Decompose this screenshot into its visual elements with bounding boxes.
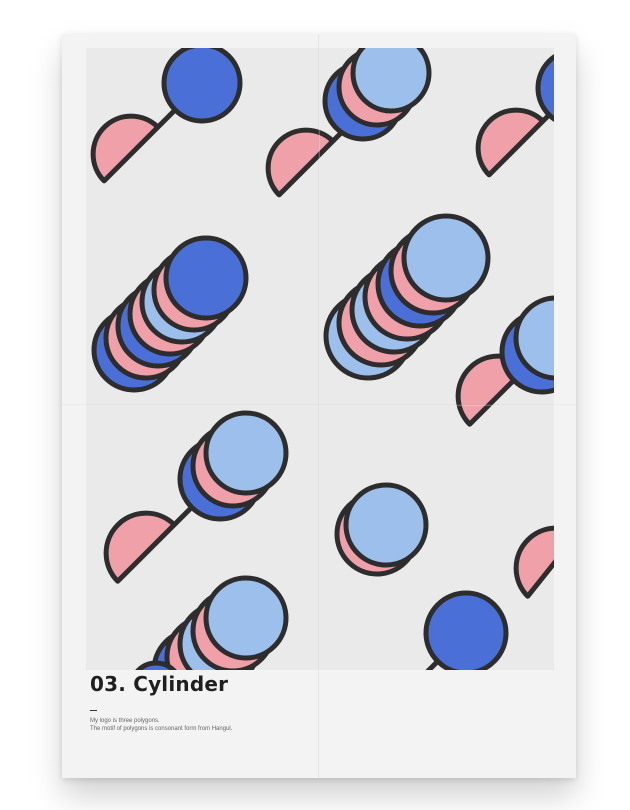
cylinder-top-face [401, 213, 491, 303]
cylinder-top-face [203, 575, 289, 661]
description-line-2: The motif of polygons is consonant form … [90, 726, 233, 732]
cylinder-pattern-svg [86, 48, 554, 670]
title-divider [90, 710, 97, 711]
cylinder-top-face [203, 410, 289, 496]
cylinder-pattern-artwork [86, 48, 554, 670]
cylinder-top-face [343, 482, 429, 568]
description-line-1: My logo is three polygons. [90, 718, 160, 724]
cylinder-top-face [423, 590, 509, 670]
cylinder-top-face [350, 48, 432, 114]
cylinder-top-face [161, 48, 243, 124]
folded-poster: 03. Cylinder My logo is three polygons. … [62, 34, 576, 778]
cylinder-top-face [163, 235, 249, 321]
poster-title: 03. Cylinder [90, 672, 229, 696]
poster-description: My logo is three polygons. The motif of … [90, 717, 232, 733]
